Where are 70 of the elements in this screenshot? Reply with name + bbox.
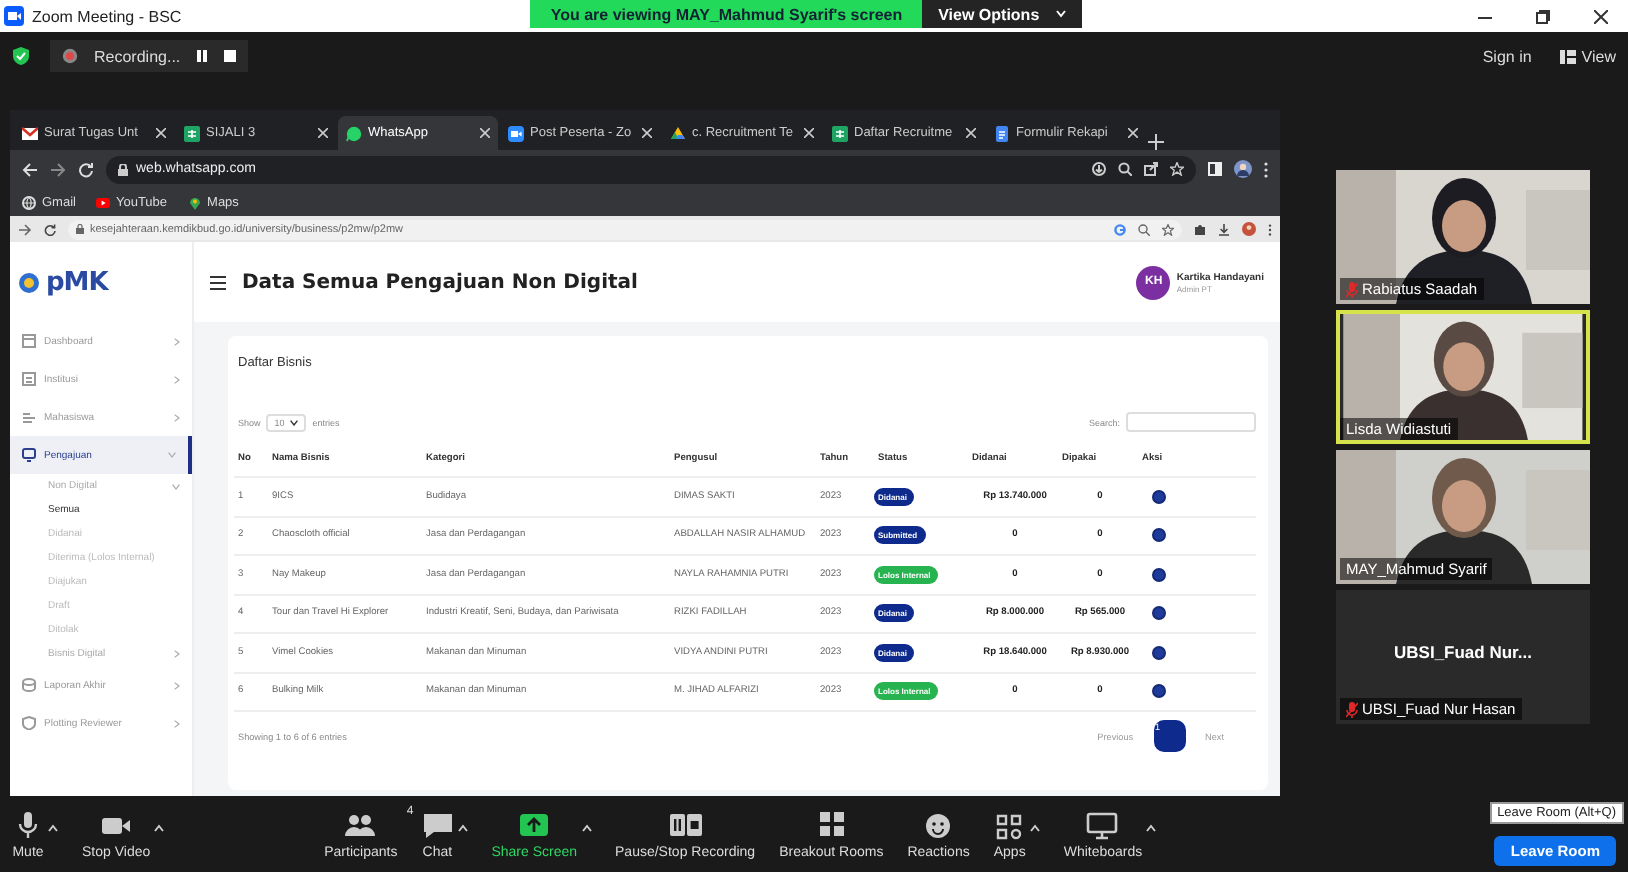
grid-icon (815, 809, 848, 839)
maximize-icon[interactable] (1536, 9, 1550, 23)
view-button[interactable] (1151, 684, 1165, 699)
zoom-icon[interactable] (1138, 223, 1150, 235)
caret-icon[interactable] (48, 823, 58, 831)
caret-icon[interactable] (1146, 823, 1157, 831)
back-icon[interactable] (22, 161, 38, 177)
spreadsheet-icon (184, 125, 200, 141)
menu-item-icon (22, 448, 36, 462)
whiteboard-icon (1086, 809, 1119, 839)
spreadsheet-icon (832, 125, 848, 141)
view-button[interactable] (1151, 567, 1165, 582)
chat-bubble-icon (346, 125, 362, 141)
profile-avatar-icon[interactable] (1234, 160, 1252, 178)
menu-item-icon (22, 410, 36, 424)
close-icon[interactable] (1594, 9, 1608, 23)
play-icon (95, 195, 110, 209)
stop-icon[interactable] (224, 50, 237, 62)
sign-in-link[interactable]: Sign in (1482, 47, 1532, 65)
reload-icon[interactable] (44, 223, 56, 235)
lock-icon (118, 163, 128, 175)
star-icon[interactable] (1162, 223, 1174, 235)
share-icon[interactable] (1144, 162, 1158, 176)
side-panel-icon[interactable] (1208, 162, 1222, 176)
window-title: Zoom Meeting - BSC (32, 7, 182, 25)
document-icon (994, 125, 1010, 141)
profile-avatar-icon[interactable] (1242, 222, 1256, 236)
globe-icon (22, 195, 36, 209)
chevron-down-icon (290, 419, 299, 425)
view-button[interactable] (1151, 528, 1165, 543)
pause-stop-icon (669, 809, 702, 839)
share-banner: You are viewing MAY_Mahmud Syarif's screen (530, 0, 923, 28)
camera-icon (508, 125, 524, 141)
map-pin-icon (187, 195, 202, 209)
triangle-icon (670, 125, 686, 141)
forward-icon[interactable] (18, 223, 32, 235)
envelope-icon (22, 125, 38, 141)
menu-item-icon (22, 334, 36, 348)
smiley-icon (922, 809, 955, 839)
record-icon (62, 48, 78, 64)
recording-label: Recording... (94, 47, 181, 65)
plus-icon[interactable] (1148, 134, 1164, 150)
layout-icon (1559, 49, 1576, 63)
view-options-button[interactable]: View Options (922, 0, 1082, 28)
download-icon[interactable] (1218, 223, 1230, 235)
logo: pMK (46, 267, 108, 297)
shield-icon (12, 46, 30, 66)
participant-name: UBSI_Fuad Nur... (1392, 642, 1534, 662)
caret-icon[interactable] (1029, 823, 1040, 831)
menu-icon[interactable] (210, 275, 226, 289)
view-button[interactable]: View (1559, 47, 1616, 65)
view-button[interactable] (1151, 606, 1165, 621)
menu-item-icon (22, 372, 36, 386)
search-field[interactable] (1126, 412, 1256, 432)
caret-icon[interactable] (457, 823, 468, 831)
menu-item-icon (22, 678, 36, 692)
apps-icon (993, 809, 1026, 839)
forward-icon[interactable] (50, 161, 66, 177)
lock-icon (76, 224, 84, 234)
caret-icon[interactable] (581, 823, 592, 831)
page-title: Data Semua Pengajuan Non Digital (242, 271, 640, 293)
chat-bubble-icon (421, 809, 454, 839)
people-icon (344, 809, 377, 839)
share-screen-icon (518, 809, 551, 839)
emblem-icon (18, 271, 40, 293)
caret-icon[interactable] (154, 823, 165, 831)
view-button[interactable] (1151, 645, 1165, 660)
view-button[interactable] (1151, 489, 1165, 504)
pause-icon[interactable] (196, 50, 209, 62)
menu-item-icon (22, 716, 36, 730)
